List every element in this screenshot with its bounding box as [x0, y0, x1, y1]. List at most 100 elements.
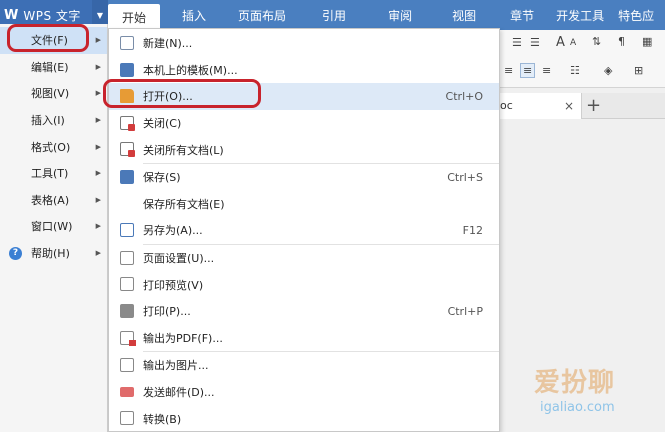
menu-item-label: 编辑(E) [31, 60, 69, 74]
menu-item-label: 另存为(A)... [143, 224, 203, 238]
align-distributed-icon[interactable]: ≡ [542, 64, 551, 77]
menu-item-label: 发送邮件(D)... [143, 386, 215, 400]
tab-page-layout[interactable]: 页面布局 [224, 0, 300, 30]
chevron-right-icon: ▶ [95, 222, 101, 231]
menu-item-close[interactable]: 关闭(C) [109, 110, 499, 137]
open-folder-icon [120, 89, 134, 104]
menu-item-print[interactable]: 打印(P)... Ctrl+P [109, 298, 499, 325]
menu-item-tools[interactable]: 工具(T) ▶ [0, 160, 107, 187]
menu-item-label: 本机上的模板(M)... [143, 63, 238, 77]
menu-item-save-all[interactable]: 保存所有文档(E) [109, 191, 499, 218]
indent-decrease-icon[interactable]: ☰ [530, 36, 540, 49]
menu-item-label: 帮助(H) [31, 247, 70, 261]
formatting-toolbar: ☰ ☰ A A ⇅ ¶ ▦ ≡ ≡ ≡ ☷ ◈ ⊞ [500, 30, 665, 88]
align-justify-icon[interactable]: ≡ [520, 63, 536, 78]
ribbon-tabs: 开始 插入 页面布局 引用 审阅 视图 章节 开发工具 特色应 [108, 0, 656, 30]
indent-increase-icon[interactable]: ☰ [512, 36, 522, 49]
watermark-url: igaliao.com [540, 400, 615, 415]
menu-item-help[interactable]: ? 帮助(H) ▶ [0, 240, 107, 267]
menu-item-label: 关闭(C) [143, 117, 182, 131]
align-left-icon[interactable]: ≡ [504, 64, 513, 77]
shortcut-label: Ctrl+O [445, 89, 483, 103]
menu-item-label: 视图(V) [31, 87, 70, 101]
template-icon [120, 62, 134, 77]
menu-item-label: 关闭所有文档(L) [143, 143, 224, 157]
menu-item-label: 插入(I) [31, 114, 65, 128]
file-submenu: 新建(N)... 本机上的模板(M)... 打开(O)... Ctrl+O 关闭(… [108, 28, 500, 432]
menu-item-label: 保存(S) [143, 171, 181, 185]
menu-item-label: 保存所有文档(E) [143, 197, 225, 211]
menu-item-format[interactable]: 格式(O) ▶ [0, 133, 107, 160]
menu-item-label: 打印预览(V) [143, 278, 204, 292]
convert-icon [120, 411, 134, 426]
menu-item-label: 窗口(W) [31, 220, 73, 234]
menu-item-table[interactable]: 表格(A) ▶ [0, 187, 107, 214]
tab-chapter[interactable]: 章节 [496, 0, 548, 30]
menu-item-convert[interactable]: 转换(B) [109, 405, 499, 432]
line-spacing-icon[interactable]: ☷ [570, 64, 580, 77]
close-icon[interactable]: × [564, 99, 574, 113]
new-doc-icon [120, 36, 134, 50]
menu-item-view[interactable]: 视图(V) ▶ [0, 80, 107, 107]
new-tab-icon[interactable]: + [586, 95, 601, 116]
chevron-right-icon: ▶ [95, 195, 101, 204]
help-icon: ? [9, 246, 22, 260]
app-title: WPS 文字 [23, 8, 81, 23]
borders-icon[interactable]: ⊞ [634, 64, 643, 77]
menu-item-export-image[interactable]: 输出为图片... [109, 352, 499, 379]
menu-item-edit[interactable]: 编辑(E) ▶ [0, 54, 107, 81]
page-setup-icon [120, 250, 134, 265]
para-marks-icon[interactable]: ¶ [618, 35, 625, 48]
menu-item-save[interactable]: 保存(S) Ctrl+S [109, 164, 499, 191]
save-icon [120, 169, 134, 184]
tab-view[interactable]: 视图 [432, 0, 496, 30]
pdf-icon [120, 330, 136, 346]
chevron-right-icon: ▶ [95, 62, 101, 71]
menu-item-open[interactable]: 打开(O)... Ctrl+O [109, 83, 499, 110]
menu-item-local-templates[interactable]: 本机上的模板(M)... [109, 57, 499, 84]
shortcut-label: Ctrl+S [447, 170, 483, 184]
mail-icon [120, 386, 134, 397]
border-icon[interactable]: ▦ [642, 35, 652, 48]
menu-item-close-all[interactable]: 关闭所有文档(L) [109, 136, 499, 163]
font-shrink-icon[interactable]: A [570, 38, 576, 48]
tab-insert[interactable]: 插入 [160, 0, 224, 30]
shortcut-label: F12 [462, 223, 483, 237]
chevron-right-icon: ▶ [95, 169, 101, 178]
menu-item-page-setup[interactable]: 页面设置(U)... [109, 245, 499, 272]
menu-item-label: 工具(T) [31, 167, 69, 181]
menu-item-label: 转换(B) [143, 412, 182, 426]
wps-logo: W [4, 7, 19, 23]
main-menu: 文件(F) ▶ 编辑(E) ▶ 视图(V) ▶ 插入(I) ▶ 格式(O) ▶ 工具(T)… [0, 24, 108, 432]
watermark-text: 爱扮聊 [534, 368, 616, 398]
menu-item-label: 页面设置(U)... [143, 252, 215, 266]
tab-references[interactable]: 引用 [300, 0, 368, 30]
menu-item-window[interactable]: 窗口(W) ▶ [0, 213, 107, 240]
tab-features[interactable]: 特色应 [612, 0, 656, 30]
document-tab-name: oc [500, 99, 513, 112]
image-export-icon [120, 358, 134, 373]
save-as-icon [120, 223, 134, 238]
shading-icon[interactable]: ◈ [604, 64, 612, 77]
tab-review[interactable]: 审阅 [368, 0, 432, 30]
font-grow-icon[interactable]: A [556, 35, 565, 50]
watermark: 爱扮聊 igaliao.com [512, 352, 662, 430]
menu-item-send-mail[interactable]: 发送邮件(D)... [109, 379, 499, 406]
menu-item-new[interactable]: 新建(N)... [109, 30, 499, 57]
tab-home[interactable]: 开始 [108, 4, 161, 30]
chevron-right-icon: ▶ [95, 249, 101, 258]
tab-developer[interactable]: 开发工具 [548, 0, 612, 30]
document-tab-bar: oc × + [500, 93, 665, 119]
menu-item-label: 打印(P)... [143, 305, 191, 319]
sort-icon[interactable]: ⇅ [592, 35, 601, 48]
menu-item-label: 文件(F) [31, 34, 68, 48]
chevron-right-icon: ▶ [95, 36, 101, 45]
menu-item-file[interactable]: 文件(F) ▶ [0, 27, 107, 54]
menu-item-print-preview[interactable]: 打印预览(V) [109, 271, 499, 298]
menu-item-insert[interactable]: 插入(I) ▶ [0, 107, 107, 134]
menu-item-export-pdf[interactable]: 输出为PDF(F)... [109, 325, 499, 352]
menu-item-label: 表格(A) [31, 193, 70, 207]
menu-item-label: 输出为图片... [143, 359, 209, 373]
menu-item-save-as[interactable]: 另存为(A)... F12 [109, 217, 499, 244]
menu-item-label: 格式(O) [31, 140, 71, 154]
